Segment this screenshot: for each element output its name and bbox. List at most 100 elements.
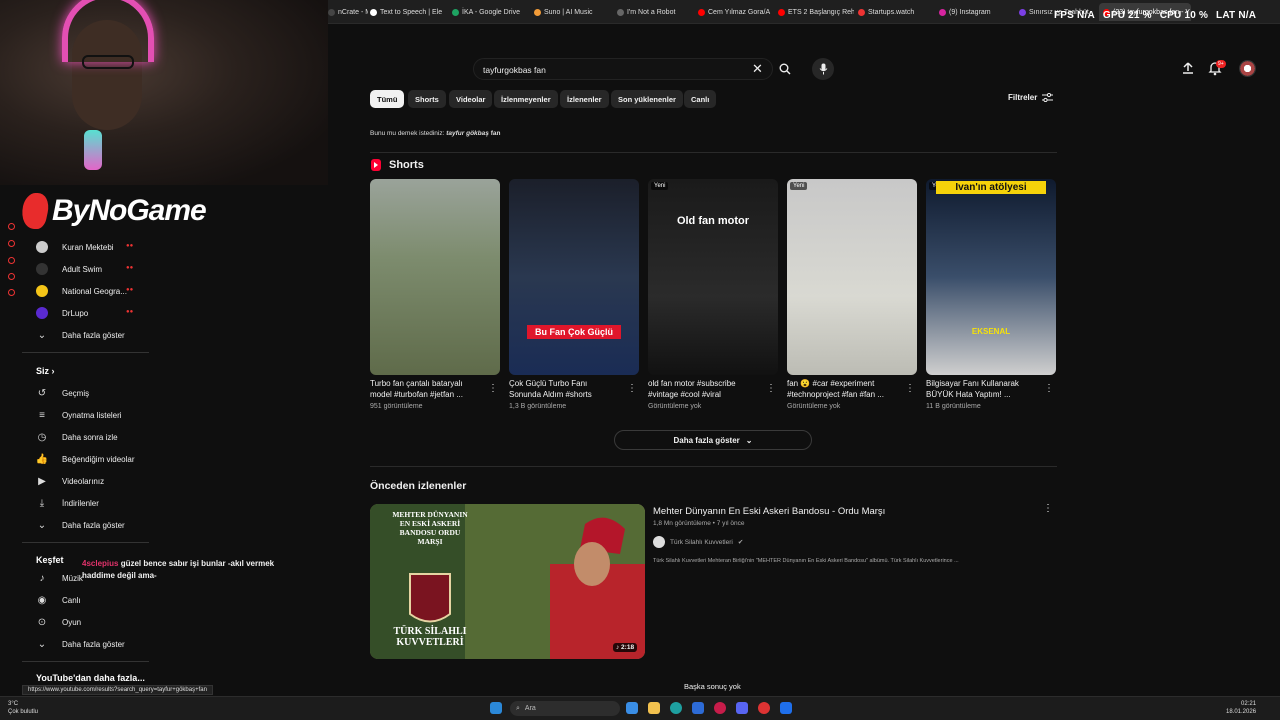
filter-sliders-icon bbox=[1042, 93, 1054, 102]
thumbnail-caption: Bu Fan Çok Güçlü bbox=[527, 325, 621, 339]
browser-tab[interactable]: Startups.watch bbox=[858, 5, 934, 19]
windows-start-icon[interactable] bbox=[490, 702, 502, 714]
more-menu-icon[interactable]: ⋮ bbox=[627, 383, 637, 394]
system-clock[interactable]: 02:21 18.01.2026 bbox=[1226, 700, 1256, 716]
notification-count-badge: 9+ bbox=[1216, 60, 1226, 68]
channel-avatar bbox=[36, 241, 48, 253]
thumbnail-caption: EKSENAL bbox=[971, 327, 1011, 336]
subs-show-more[interactable]: ⌄ Daha fazla göster bbox=[36, 326, 125, 344]
voice-search-button[interactable] bbox=[812, 58, 834, 80]
sidebar-item[interactable]: 👍 Beğendiğim videolar bbox=[36, 450, 135, 468]
browser-tab[interactable]: İKA - Google Drive bbox=[452, 5, 530, 19]
short-card[interactable]: YeniIvan'ın atölyesiEKSENAL Bilgisayar Fa… bbox=[926, 179, 1056, 410]
tab-favicon-icon bbox=[534, 8, 541, 16]
more-menu-icon[interactable]: ⋮ bbox=[488, 383, 498, 394]
file-explorer-icon[interactable] bbox=[648, 702, 660, 714]
short-card[interactable]: Turbo fan çantalı bataryalı model #turbo… bbox=[370, 179, 500, 410]
sidebar-item[interactable]: ⤓ İndirilenler bbox=[36, 494, 99, 512]
sidebar-item[interactable]: ↺ Geçmiş bbox=[36, 384, 89, 402]
video-thumbnail[interactable]: MEHTER DÜNYANIN EN ESKİ ASKERİ BANDOSU O… bbox=[370, 504, 645, 659]
video-more-menu-icon[interactable]: ⋮ bbox=[1043, 503, 1053, 514]
short-title[interactable]: fan 😮 #car #experiment #technoproject #f… bbox=[787, 379, 897, 400]
explore-show-more[interactable]: ⌄ Daha fazla göster bbox=[36, 635, 125, 653]
gpu-label: GPU bbox=[1102, 10, 1126, 21]
short-thumbnail[interactable]: Yeni Old fan motor bbox=[648, 179, 778, 375]
clock-icon: ◷ bbox=[37, 431, 47, 443]
filter-chip[interactable]: İzlenmeyenler bbox=[494, 90, 558, 108]
short-title[interactable]: Çok Güçlü Turbo Fanı Sonunda Aldım #shor… bbox=[509, 379, 619, 400]
sidebar-subscription-item[interactable]: National Geogra... bbox=[36, 282, 127, 300]
filter-chip[interactable]: Son yüklenenler bbox=[611, 90, 683, 108]
lat-label: LAT bbox=[1216, 10, 1236, 21]
suggested-query-link[interactable]: tayfur gökbaş bbox=[446, 130, 489, 137]
short-thumbnail[interactable]: Yeni bbox=[787, 179, 917, 375]
more-menu-icon[interactable]: ⋮ bbox=[766, 383, 776, 394]
filter-chip[interactable]: Shorts bbox=[408, 90, 446, 108]
sidebar-item[interactable]: ◷ Daha sonra izle bbox=[36, 428, 118, 446]
video-description: Türk Silahlı Kuvvetleri Mehteran Birliği… bbox=[653, 558, 959, 564]
tab-favicon-icon bbox=[452, 8, 459, 16]
clear-search-icon[interactable]: ✕ bbox=[752, 62, 763, 75]
more-menu-icon[interactable]: ⋮ bbox=[905, 383, 915, 394]
chevron-down-icon: ⌄ bbox=[37, 638, 47, 650]
user-avatar[interactable] bbox=[1239, 60, 1256, 77]
short-title[interactable]: Bilgisayar Fanı Kullanarak BÜYÜK Hata Ya… bbox=[926, 379, 1036, 400]
browser-tab[interactable]: ETS 2 Başlangıç Reh bbox=[778, 5, 854, 19]
shorts-logo-icon bbox=[371, 159, 381, 171]
browser-tab[interactable]: I'm Not a Robot bbox=[617, 5, 693, 19]
gamepad-icon: ⊙ bbox=[37, 616, 47, 628]
sidebar-subscription-item[interactable]: Kuran Mektebi bbox=[36, 238, 114, 256]
opera-icon[interactable] bbox=[714, 702, 726, 714]
short-thumbnail[interactable] bbox=[370, 179, 500, 375]
upload-button[interactable] bbox=[1181, 61, 1195, 80]
browser-tab[interactable]: Suno | AI Music bbox=[534, 5, 612, 19]
sidebar-item[interactable]: ◉ Canlı bbox=[36, 591, 81, 609]
app-icon[interactable] bbox=[758, 702, 770, 714]
performance-overlay: FPS N/A GPU 21 % CPU 10 % LAT N/A bbox=[1054, 10, 1256, 21]
copilot-icon[interactable] bbox=[626, 702, 638, 714]
you-heading[interactable]: Siz › bbox=[36, 366, 55, 376]
divider bbox=[370, 466, 1057, 467]
store-icon[interactable] bbox=[692, 702, 704, 714]
thumbs-up-icon: 👍 bbox=[35, 453, 49, 465]
music-icon: ♪ bbox=[39, 572, 45, 584]
filter-chip[interactable]: Tümü bbox=[370, 90, 405, 108]
edge-icon[interactable] bbox=[670, 702, 682, 714]
browser-tab[interactable]: Text to Speech | Ele bbox=[370, 5, 448, 19]
filter-chip[interactable]: İzlenenler bbox=[560, 90, 609, 108]
vscode-icon[interactable] bbox=[780, 702, 792, 714]
shorts-show-more-button[interactable]: Daha fazla göster ⌄ bbox=[614, 430, 812, 450]
browser-tab[interactable]: (9) Instagram bbox=[939, 5, 1015, 19]
sidebar-subscription-item[interactable]: Adult Swim bbox=[36, 260, 102, 278]
sidebar-item[interactable]: ⊙ Oyun bbox=[36, 613, 81, 631]
taskbar-search[interactable]: ⌕ Ara bbox=[510, 701, 620, 716]
channel-link[interactable]: Türk Silahlı Kuvvetleri ✔ bbox=[653, 536, 743, 548]
live-indicator-icon: ●● bbox=[126, 309, 134, 315]
filter-chip[interactable]: Videolar bbox=[449, 90, 493, 108]
short-title[interactable]: Turbo fan çantalı bataryalı model #turbo… bbox=[370, 379, 480, 400]
short-card[interactable]: Yeni fan 😮 #car #experiment #technoprojec… bbox=[787, 179, 917, 410]
short-title[interactable]: old fan motor #subscribe #vintage #cool … bbox=[648, 379, 758, 400]
filters-button[interactable]: Filtreler bbox=[1008, 93, 1054, 102]
short-card[interactable]: Yeni Old fan motor old fan motor #subscrib… bbox=[648, 179, 778, 410]
bynogame-logo: ByNoGame bbox=[18, 193, 207, 229]
video-title[interactable]: Mehter Dünyanın En Eski Askeri Bandosu -… bbox=[653, 506, 885, 517]
short-thumbnail[interactable]: YeniIvan'ın atölyesiEKSENAL bbox=[926, 179, 1056, 375]
short-thumbnail[interactable]: Bu Fan Çok Güçlü bbox=[509, 179, 639, 375]
sidebar-subscription-item[interactable]: DrLupo bbox=[36, 304, 88, 322]
more-menu-icon[interactable]: ⋮ bbox=[1044, 383, 1054, 394]
filter-chip[interactable]: Canlı bbox=[684, 90, 717, 108]
sidebar-item[interactable]: ▶ Videolarınız bbox=[36, 472, 104, 490]
sidebar-item[interactable]: ≡ Oynatma listeleri bbox=[36, 406, 122, 424]
browser-tab[interactable]: Cem Yılmaz Gora/A bbox=[698, 5, 774, 19]
short-card[interactable]: Bu Fan Çok Güçlü Çok Güçlü Turbo Fanı Son… bbox=[509, 179, 639, 410]
search-input[interactable]: tayfurgokbas fan bbox=[473, 58, 773, 80]
weather-widget[interactable]: 3°C Çok bulutlu bbox=[8, 700, 38, 716]
search-button[interactable] bbox=[776, 61, 794, 77]
search-icon bbox=[779, 63, 791, 75]
discord-icon[interactable] bbox=[736, 702, 748, 714]
you-show-more[interactable]: ⌄ Daha fazla göster bbox=[36, 516, 125, 534]
browser-tab[interactable]: nCrate - M bbox=[328, 5, 368, 19]
video-meta: 1,8 Mn görüntüleme • 7 yıl önce bbox=[653, 520, 745, 527]
sidebar-item[interactable]: ♪ Müzik bbox=[36, 569, 83, 587]
